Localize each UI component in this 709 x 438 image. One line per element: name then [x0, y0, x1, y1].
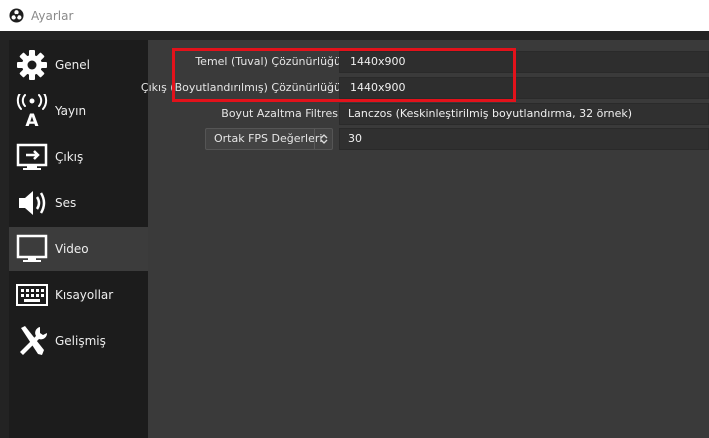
output-icon: [15, 140, 49, 174]
speaker-icon: [15, 186, 49, 220]
sidebar-item-output[interactable]: Çıkış: [9, 135, 148, 179]
sidebar-item-label: Ses: [55, 196, 77, 210]
keyboard-icon: [15, 278, 49, 312]
sidebar-item-label: Gelişmiş: [55, 334, 106, 348]
settings-window: Genel A Yayın Çıkış Ses Video Kısayollar…: [0, 31, 709, 438]
window-title: Ayarlar: [31, 8, 74, 23]
base-resolution-row: Temel (Tuval) Çözünürlüğü 1440x900: [148, 51, 709, 73]
monitor-icon: [15, 232, 49, 266]
sidebar-item-label: Çıkış: [55, 150, 84, 164]
output-resolution-row: Çıkış (Boyutlandırılmış) Çözünürlüğü 144…: [141, 77, 709, 99]
sidebar-item-video[interactable]: Video: [9, 227, 148, 271]
sidebar-item-general[interactable]: Genel: [9, 43, 148, 87]
sidebar-item-stream[interactable]: A Yayın: [9, 89, 148, 133]
fps-type-label: Ortak FPS Değerleri: [214, 132, 323, 145]
sidebar-item-label: Video: [55, 242, 89, 256]
fps-type-select[interactable]: Ortak FPS Değerleri: [205, 128, 333, 150]
downscale-filter-row: Boyut Azaltma Filtresi Lanczos (Keskinle…: [148, 103, 709, 125]
sidebar-item-label: Kısayollar: [55, 288, 114, 302]
gear-icon: [15, 48, 49, 82]
base-resolution-field[interactable]: 1440x900: [339, 51, 709, 73]
broadcast-icon: A: [15, 94, 49, 128]
downscale-filter-select[interactable]: Lanczos (Keskinleştirilmiş boyutlandırma…: [339, 103, 709, 125]
output-resolution-field[interactable]: 1440x900: [339, 77, 709, 99]
base-resolution-label: Temel (Tuval) Çözünürlüğü: [195, 55, 341, 68]
fps-row: Ortak FPS Değerleri 30: [148, 128, 709, 150]
sidebar-item-audio[interactable]: Ses: [9, 181, 148, 225]
settings-sidebar: Genel A Yayın Çıkış Ses Video Kısayollar…: [9, 40, 148, 438]
fps-value-select[interactable]: 30: [339, 128, 709, 150]
output-resolution-label: Çıkış (Boyutlandırılmış) Çözünürlüğü: [140, 81, 341, 94]
sidebar-item-advanced[interactable]: Gelişmiş: [9, 319, 148, 363]
obs-logo-icon: [9, 8, 24, 23]
sidebar-item-label: Genel: [55, 58, 91, 72]
chevron-updown-icon: [314, 129, 332, 149]
sidebar-item-hotkeys[interactable]: Kısayollar: [9, 273, 148, 317]
tools-icon: [15, 324, 49, 358]
downscale-filter-label: Boyut Azaltma Filtresi: [221, 107, 341, 120]
sidebar-item-label: Yayın: [55, 104, 87, 118]
title-bar: Ayarlar: [0, 0, 709, 31]
video-settings-panel: Temel (Tuval) Çözünürlüğü 1440x900 Çıkış…: [141, 40, 709, 438]
svg-text:A: A: [25, 111, 39, 128]
